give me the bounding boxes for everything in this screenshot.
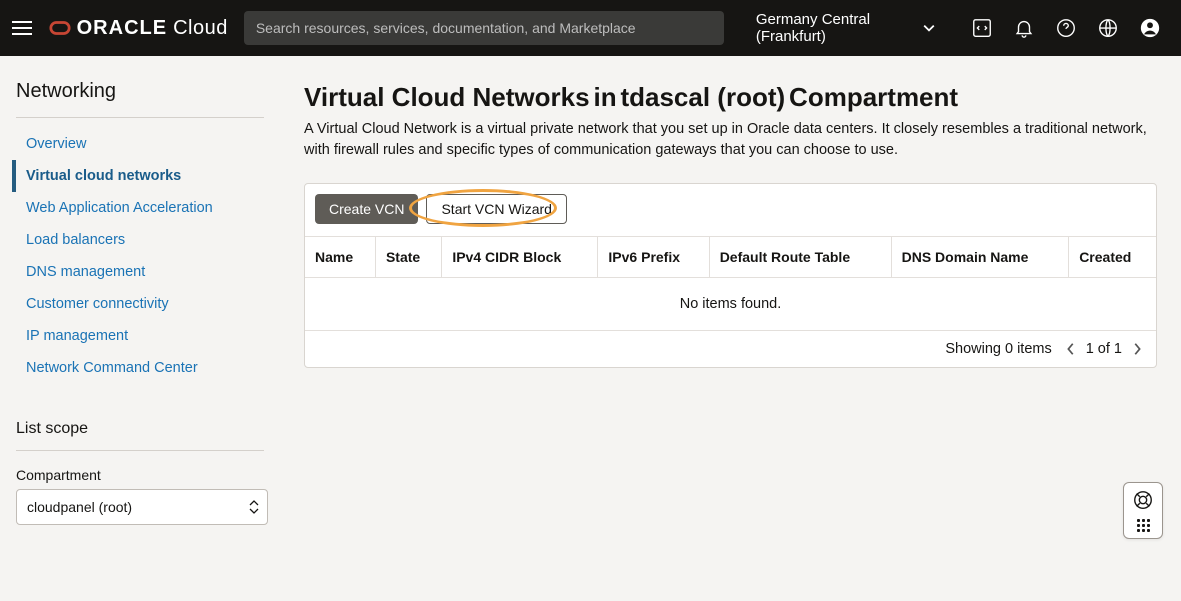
region-selector[interactable]: Germany Central (Frankfurt) [756, 11, 935, 45]
sidebar-item-waa[interactable]: Web Application Acceleration [16, 192, 264, 224]
sidebar-heading: Networking [16, 80, 264, 118]
pager-next-icon[interactable] [1130, 342, 1144, 356]
globe-icon[interactable] [1097, 17, 1119, 39]
select-caret-icon [249, 500, 259, 514]
col-name[interactable]: Name [305, 237, 375, 278]
sidebar: Networking Overview Virtual cloud networ… [0, 56, 280, 601]
lifebuoy-icon [1132, 489, 1154, 511]
compartment-select[interactable]: cloudpanel (root) [16, 489, 268, 525]
showing-count: Showing 0 items [945, 341, 1051, 357]
hamburger-menu-icon[interactable] [12, 16, 33, 40]
app-grid-icon [1137, 519, 1150, 532]
region-label: Germany Central (Frankfurt) [756, 11, 917, 45]
sidebar-item-network-command-center[interactable]: Network Command Center [16, 352, 264, 384]
sidebar-item-load-balancers[interactable]: Load balancers [16, 224, 264, 256]
vcn-panel: Create VCN Start VCN Wizard Name State I… [304, 183, 1157, 368]
col-dns[interactable]: DNS Domain Name [891, 237, 1069, 278]
create-vcn-button[interactable]: Create VCN [315, 194, 418, 224]
col-ipv6[interactable]: IPv6 Prefix [598, 237, 709, 278]
col-ipv4[interactable]: IPv4 CIDR Block [442, 237, 598, 278]
sidebar-item-overview[interactable]: Overview [16, 128, 264, 160]
page-title: Virtual Cloud Networks in tdascal (root)… [304, 82, 1157, 113]
brand-cloud: Cloud [173, 17, 228, 40]
vcn-table: Name State IPv4 CIDR Block IPv6 Prefix D… [305, 236, 1156, 330]
sidebar-item-vcn[interactable]: Virtual cloud networks [12, 160, 264, 192]
help-icon[interactable] [1055, 17, 1077, 39]
top-header: ORACLE Cloud Germany Central (Frankfurt) [0, 0, 1181, 56]
pager-indicator: 1 of 1 [1086, 341, 1122, 357]
oracle-o-icon [49, 17, 71, 39]
empty-state: No items found. [305, 278, 1156, 331]
brand-oracle: ORACLE [77, 17, 167, 40]
sidebar-item-ip-management[interactable]: IP management [16, 320, 264, 352]
panel-footer: Showing 0 items 1 of 1 [305, 330, 1156, 367]
page-description: A Virtual Cloud Network is a virtual pri… [304, 119, 1157, 161]
col-state[interactable]: State [375, 237, 441, 278]
title-in: in [593, 82, 616, 112]
dev-tools-icon[interactable] [971, 17, 993, 39]
floating-help-panel[interactable] [1123, 482, 1163, 539]
panel-actions: Create VCN Start VCN Wizard [305, 184, 1156, 236]
sidebar-nav: Overview Virtual cloud networks Web Appl… [16, 128, 264, 384]
col-route-table[interactable]: Default Route Table [709, 237, 891, 278]
title-compartment: tdascal (root) [620, 82, 785, 112]
profile-icon[interactable] [1139, 17, 1161, 39]
pager-prev-icon[interactable] [1064, 342, 1078, 356]
list-scope-heading: List scope [16, 420, 264, 451]
start-vcn-wizard-button[interactable]: Start VCN Wizard [426, 194, 566, 224]
pager: 1 of 1 [1064, 341, 1144, 357]
col-created[interactable]: Created [1069, 237, 1156, 278]
sidebar-item-dns[interactable]: DNS management [16, 256, 264, 288]
oracle-cloud-logo[interactable]: ORACLE Cloud [49, 17, 228, 40]
search-input[interactable] [244, 11, 724, 45]
main-content: Virtual Cloud Networks in tdascal (root)… [280, 56, 1181, 601]
compartment-value: cloudpanel (root) [27, 499, 132, 515]
title-prefix: Virtual Cloud Networks [304, 82, 590, 112]
notifications-icon[interactable] [1013, 17, 1035, 39]
header-toolbar [971, 17, 1161, 39]
title-suffix: Compartment [789, 82, 958, 112]
compartment-label: Compartment [16, 467, 264, 483]
chevron-down-icon [923, 21, 935, 35]
sidebar-item-customer-connectivity[interactable]: Customer connectivity [16, 288, 264, 320]
